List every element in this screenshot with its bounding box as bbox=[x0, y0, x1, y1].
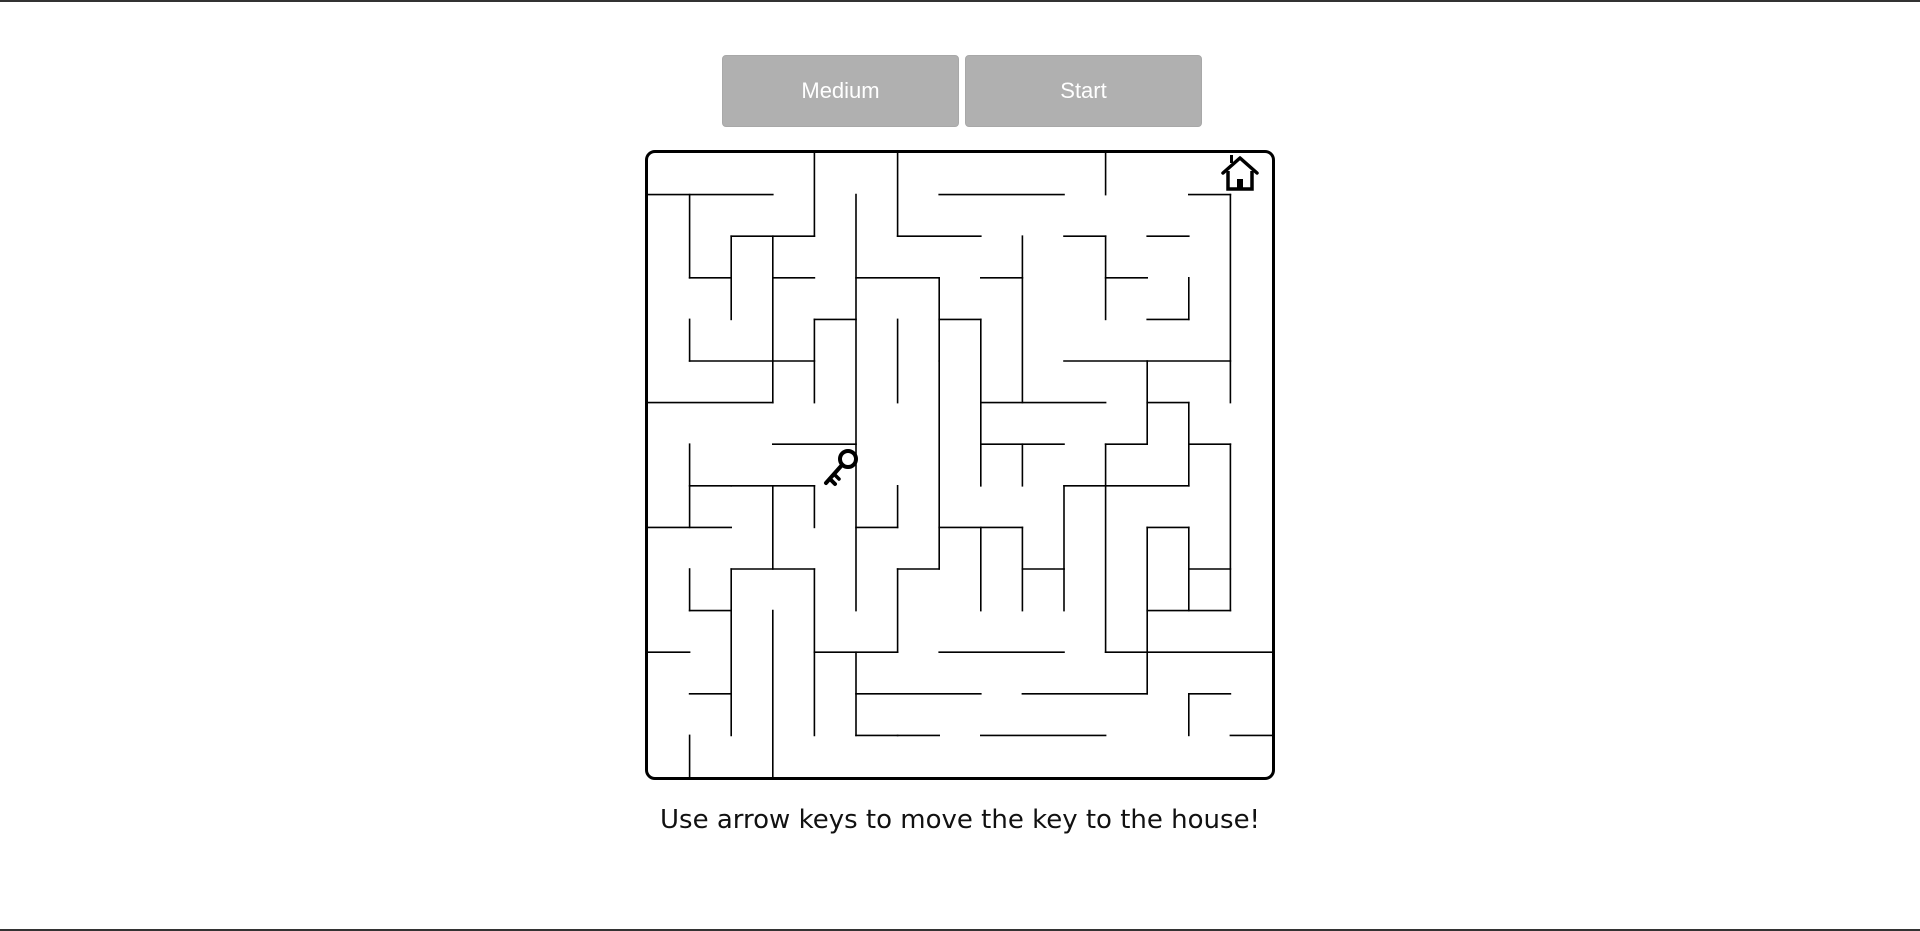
maze-board[interactable] bbox=[645, 150, 1275, 780]
instructions-text: Use arrow keys to move the key to the ho… bbox=[660, 805, 1260, 835]
difficulty-button[interactable]: Medium bbox=[722, 55, 959, 127]
house-icon bbox=[1221, 155, 1259, 191]
key-icon[interactable] bbox=[818, 443, 866, 491]
controls-bar: Medium Start bbox=[722, 55, 1202, 127]
start-button[interactable]: Start bbox=[965, 55, 1202, 127]
top-border bbox=[0, 0, 1920, 2]
maze-walls bbox=[648, 153, 1272, 777]
